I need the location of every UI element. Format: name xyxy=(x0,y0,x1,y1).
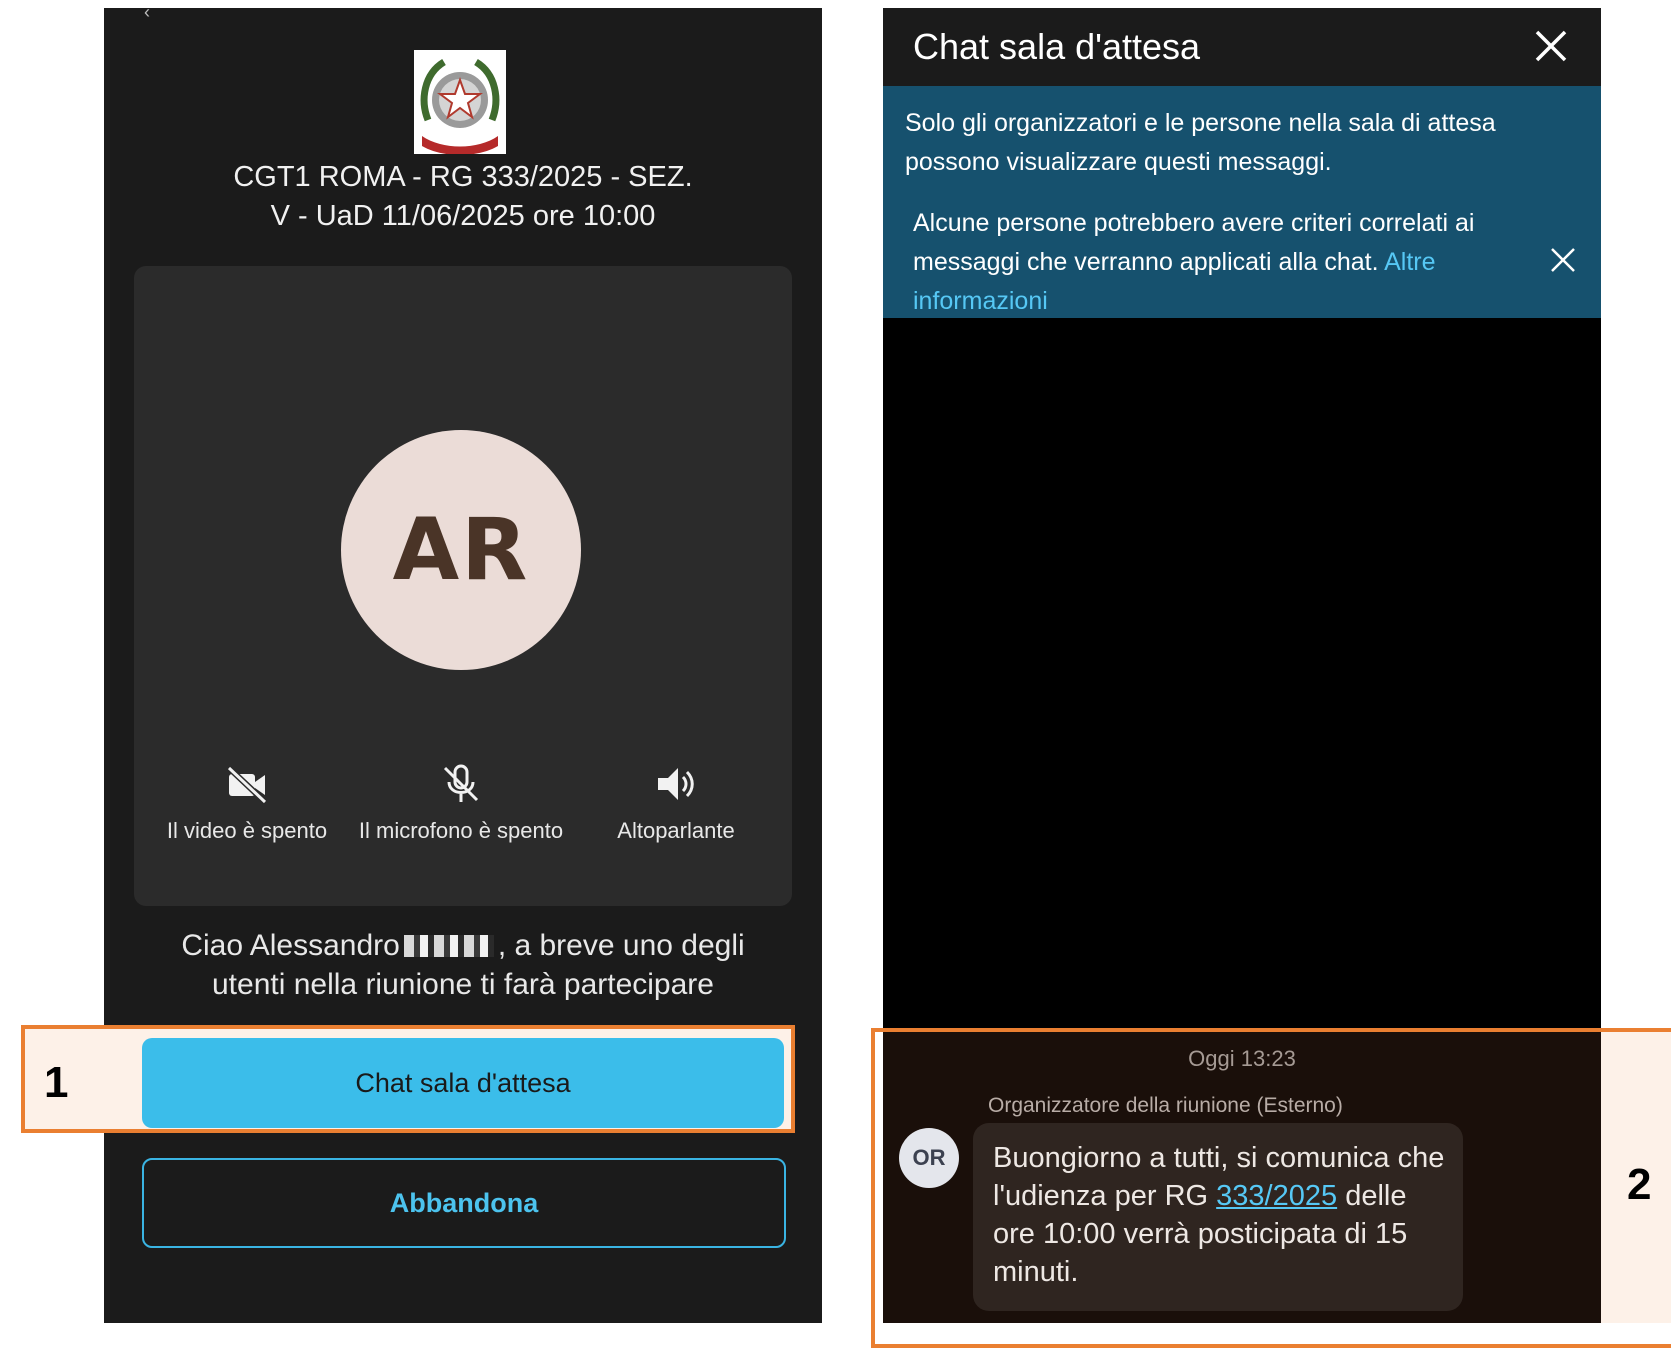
leave-button[interactable]: Abbandona xyxy=(142,1158,786,1248)
microphone-status-label: Il microfono è spento xyxy=(358,818,564,843)
dismiss-banner-button[interactable] xyxy=(1549,246,1577,274)
meeting-title-line2: V - UaD 11/06/2025 ore 10:00 xyxy=(270,200,656,232)
waiting-room-chat-button[interactable]: Chat sala d'attesa xyxy=(142,1038,784,1128)
redacted-surname xyxy=(403,935,494,957)
speaker-icon xyxy=(658,768,694,800)
microphone-toggle[interactable]: Il microfono è spento xyxy=(351,764,571,844)
meeting-title: CGT1 ROMA - RG 333/2025 - SEZ. V - UaD 1… xyxy=(184,158,742,236)
meeting-title-line1: CGT1 ROMA - RG 333/2025 - SEZ. xyxy=(233,161,693,193)
speaker-label: Altoparlante xyxy=(617,818,735,843)
video-status-label: Il video è spento xyxy=(166,818,328,843)
video-off-icon xyxy=(226,765,268,804)
chat-title: Chat sala d'attesa xyxy=(913,26,1201,67)
close-chat-button[interactable] xyxy=(1531,26,1571,66)
video-toggle[interactable]: Il video è spento xyxy=(137,764,357,844)
italian-republic-emblem xyxy=(414,50,506,155)
chat-header: Chat sala d'attesa xyxy=(883,8,1601,86)
video-preview-card: AR Il video è spento Il microfono è spen… xyxy=(134,266,792,906)
avatar-initials: AR xyxy=(392,500,530,600)
annotation-label-1: 1 xyxy=(44,1058,69,1107)
visibility-notice: Solo gli organizzatori e le persone nell… xyxy=(905,109,1496,176)
microphone-off-icon xyxy=(443,764,479,802)
privacy-info-banner: Solo gli organizzatori e le persone nell… xyxy=(883,86,1601,318)
waiting-message: Ciao Alessandro , a breve uno degli utent… xyxy=(144,926,782,1004)
greeting-text-end: , a breve uno degli xyxy=(497,929,745,962)
greeting-text-start: Ciao Alessandro xyxy=(181,929,400,962)
speaker-toggle[interactable]: Altoparlante xyxy=(566,764,786,844)
policy-notice: Alcune persone potrebbero avere criteri … xyxy=(913,204,1513,321)
annotation-box-2 xyxy=(871,1028,1671,1348)
greeting-line2: utenti nella riunione ti farà partecipar… xyxy=(212,968,714,1001)
close-icon xyxy=(1535,30,1567,62)
back-arrow-icon[interactable]: ‹ xyxy=(144,8,150,23)
avatar: AR xyxy=(341,430,581,670)
annotation-label-2: 2 xyxy=(1627,1160,1652,1209)
close-icon xyxy=(1551,248,1575,272)
